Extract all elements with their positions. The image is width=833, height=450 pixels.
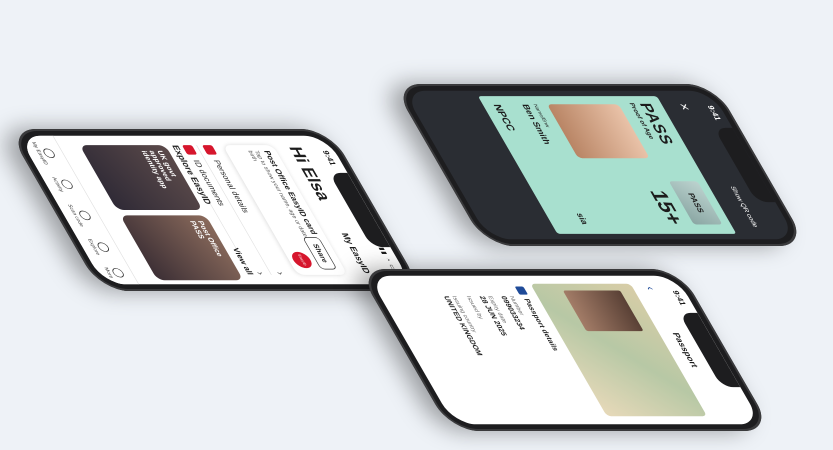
npcc-logo: NPCC [491, 104, 519, 132]
tab-explore[interactable]: Explore [86, 239, 112, 255]
passport-photo [562, 290, 644, 332]
status-time: 9:41 [670, 290, 688, 306]
status-time: 9:41 [705, 105, 723, 121]
chevron-right-icon: › [274, 271, 288, 275]
status-time: 9:41 [320, 150, 338, 166]
phone-pass: 9:41 ✕ Show QR code PASS Proof of Age PA… [392, 83, 808, 247]
person-icon [201, 145, 218, 155]
pass-screen: 9:41 ✕ Show QR code PASS Proof of Age PA… [403, 90, 797, 240]
pass-card: PASS Proof of Age PASS 15+ Name/Enw Ben … [477, 96, 737, 234]
sia-logo: sia [574, 213, 591, 225]
phone-passport: 9:41 ‹ Passport Passport details Number … [357, 268, 773, 432]
tab-my-easyid[interactable]: My EasyID [30, 142, 60, 165]
tab-scan-code[interactable]: Scan code [66, 204, 96, 227]
easyid-badge: EasyID [288, 251, 316, 269]
home-screen: 9:41 ▮▮▮ ◔ ▭ Hi Elsa My EasyID Post Offi… [18, 135, 412, 285]
passport-screen: 9:41 ‹ Passport Passport details Number … [368, 275, 762, 425]
status-icons: ▮▮▮ ◔ ▭ [375, 243, 399, 271]
phone-home: 9:41 ▮▮▮ ◔ ▭ Hi Elsa My EasyID Post Offi… [7, 128, 423, 292]
tab-more[interactable]: More [103, 267, 126, 278]
tab-activity[interactable]: Activity [51, 177, 77, 192]
passport-icon [514, 286, 529, 295]
close-icon[interactable]: ✕ [676, 103, 693, 111]
notch [713, 127, 776, 203]
chevron-right-icon: › [254, 271, 268, 275]
